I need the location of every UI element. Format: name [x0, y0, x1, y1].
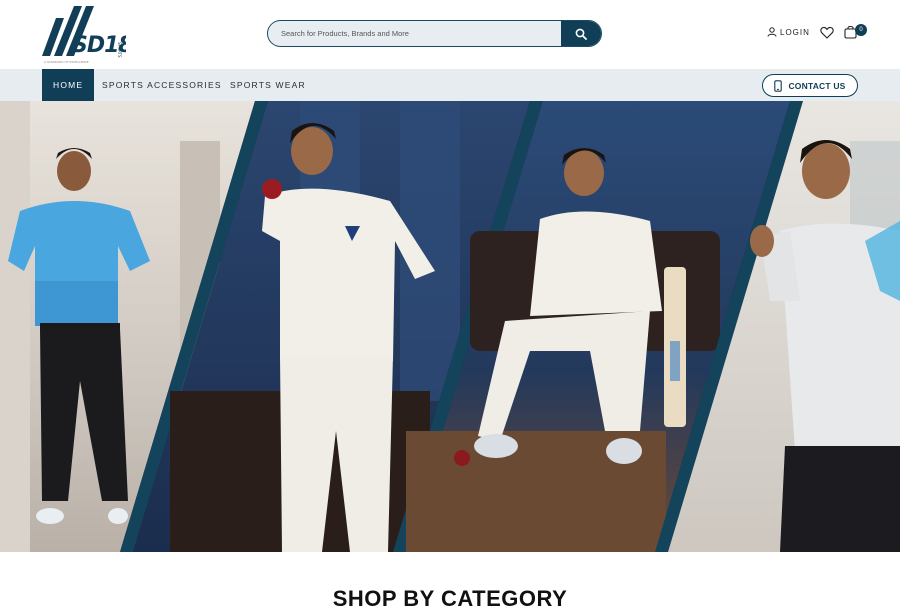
search-bar: [267, 20, 602, 47]
brand-logo[interactable]: SD18 SPORTS A STANDARD OF EXCELLENCE: [42, 4, 126, 64]
hero-banner-image: [0, 101, 900, 552]
wishlist-button[interactable]: [820, 26, 834, 44]
section-title-shop-by-category: SHOP BY CATEGORY: [332, 586, 568, 611]
brand-tagline: A STANDARD OF EXCELLENCE: [44, 60, 89, 64]
sd18-logo-icon: SD18 SPORTS: [42, 6, 126, 58]
heart-icon: [820, 26, 834, 39]
mobile-phone-icon: [774, 79, 783, 92]
cart-count-badge: 0: [855, 24, 867, 36]
contact-us-button[interactable]: CONTACT US: [762, 74, 858, 97]
site-header: SD18 SPORTS A STANDARD OF EXCELLENCE LOG…: [0, 0, 900, 69]
login-link[interactable]: LOGIN: [767, 27, 810, 37]
nav-item-sports-accessories[interactable]: SPORTS ACCESSORIES: [102, 69, 222, 101]
hero-banner[interactable]: [0, 101, 900, 552]
svg-text:SPORTS: SPORTS: [117, 42, 122, 58]
contact-us-label: CONTACT US: [788, 80, 846, 91]
nav-item-home[interactable]: HOME: [42, 69, 95, 101]
search-button[interactable]: [561, 21, 601, 46]
search-input[interactable]: [268, 21, 562, 46]
search-icon: [575, 28, 587, 40]
user-icon: [767, 27, 777, 37]
nav-item-sports-wear[interactable]: SPORTS WEAR: [230, 69, 306, 101]
login-label: LOGIN: [780, 27, 810, 37]
